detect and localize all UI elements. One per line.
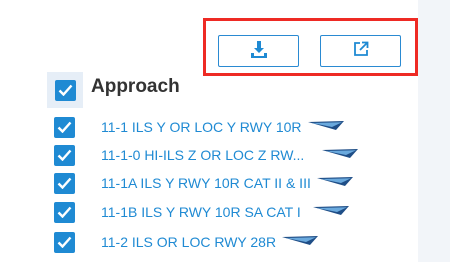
- chart-label[interactable]: 11-1B ILS Y RWY 10R SA CAT I: [101, 204, 301, 220]
- chart-checkbox[interactable]: [54, 116, 75, 138]
- chart-row[interactable]: 11-1-0 HI-ILS Z OR LOC Z RW...: [54, 143, 404, 167]
- checkmark-icon: [57, 121, 72, 133]
- open-external-button[interactable]: [320, 35, 401, 67]
- jeppesen-logo-icon: [316, 174, 353, 192]
- chart-label[interactable]: 11-1-0 HI-ILS Z OR LOC Z RW...: [101, 147, 304, 163]
- section-checkbox-wrapper: [47, 72, 83, 108]
- chart-row[interactable]: 11-1A ILS Y RWY 10R CAT II & III: [54, 171, 404, 195]
- chart-label[interactable]: 11-1 ILS Y OR LOC Y RWY 10R: [101, 119, 302, 135]
- jeppesen-logo-icon: [322, 146, 359, 164]
- checkmark-icon: [57, 236, 72, 248]
- chart-list-panel: Approach 11-1 ILS Y OR LOC Y RWY 10R 11-…: [0, 0, 418, 262]
- chart-label[interactable]: 11-2 ILS OR LOC RWY 28R: [101, 234, 276, 250]
- section-checkbox[interactable]: [54, 79, 76, 101]
- chart-checkbox[interactable]: [54, 231, 75, 253]
- checkmark-icon: [57, 149, 72, 161]
- chart-row[interactable]: 11-1B ILS Y RWY 10R SA CAT I: [54, 200, 404, 224]
- download-icon: [250, 40, 268, 63]
- open-external-icon: [353, 41, 369, 62]
- chart-checkbox[interactable]: [54, 172, 75, 194]
- section-title: Approach: [91, 76, 180, 97]
- chart-row[interactable]: 11-2 ILS OR LOC RWY 28R: [54, 230, 404, 254]
- chart-row[interactable]: 11-1 ILS Y OR LOC Y RWY 10R: [54, 115, 404, 139]
- checkmark-icon: [57, 177, 72, 189]
- checkmark-icon: [57, 206, 72, 218]
- chart-checkbox[interactable]: [54, 144, 75, 166]
- chart-label[interactable]: 11-1A ILS Y RWY 10R CAT II & III: [101, 175, 311, 191]
- jeppesen-logo-icon: [312, 203, 349, 221]
- chart-checkbox[interactable]: [54, 201, 75, 223]
- jeppesen-logo-icon: [282, 233, 319, 251]
- checkmark-icon: [58, 84, 72, 96]
- download-button[interactable]: [218, 35, 299, 67]
- jeppesen-logo-icon: [307, 118, 344, 136]
